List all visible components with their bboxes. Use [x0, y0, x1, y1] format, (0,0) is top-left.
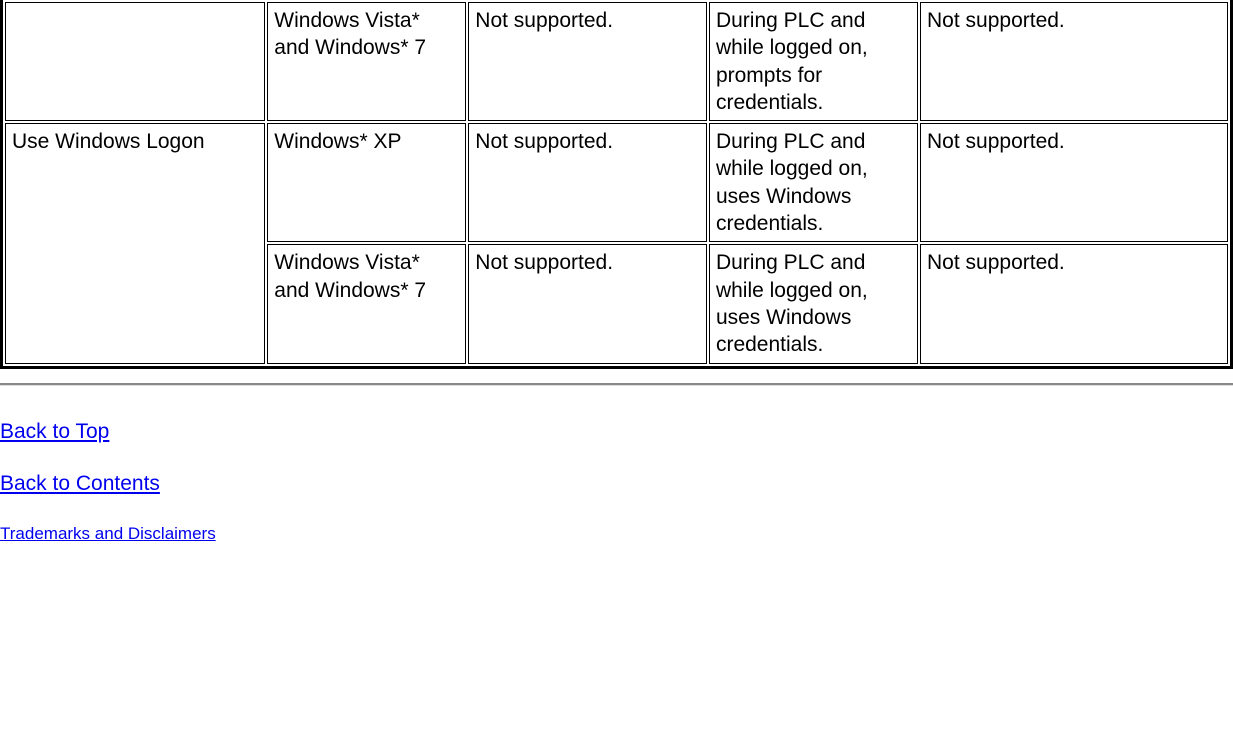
cell-support-a: Not supported.	[468, 244, 707, 363]
cell-support-b: Not supported.	[920, 2, 1228, 121]
trademarks-link[interactable]: Trademarks and Disclaimers	[0, 524, 1233, 544]
cell-behavior: During PLC and while logged on, uses Win…	[709, 123, 918, 242]
cell-mode	[5, 2, 265, 121]
support-table: Windows Vista* and Windows* 7 Not suppor…	[0, 0, 1233, 369]
cell-os: Windows* XP	[267, 123, 466, 242]
cell-behavior: During PLC and while logged on, uses Win…	[709, 244, 918, 363]
cell-os: Windows Vista* and Windows* 7	[267, 2, 466, 121]
cell-behavior: During PLC and while logged on, prompts …	[709, 2, 918, 121]
table-row: Windows Vista* and Windows* 7 Not suppor…	[5, 2, 1228, 121]
cell-mode: Use Windows Logon	[5, 123, 265, 363]
footer-links: Back to Top Back to Contents Trademarks …	[0, 386, 1233, 544]
cell-support-b: Not supported.	[920, 123, 1228, 242]
back-to-top-link[interactable]: Back to Top	[0, 420, 1233, 444]
cell-support-b: Not supported.	[920, 244, 1228, 363]
cell-os: Windows Vista* and Windows* 7	[267, 244, 466, 363]
back-to-contents-link[interactable]: Back to Contents	[0, 472, 1233, 496]
cell-support-a: Not supported.	[468, 123, 707, 242]
table-row: Use Windows Logon Windows* XP Not suppor…	[5, 123, 1228, 242]
cell-support-a: Not supported.	[468, 2, 707, 121]
